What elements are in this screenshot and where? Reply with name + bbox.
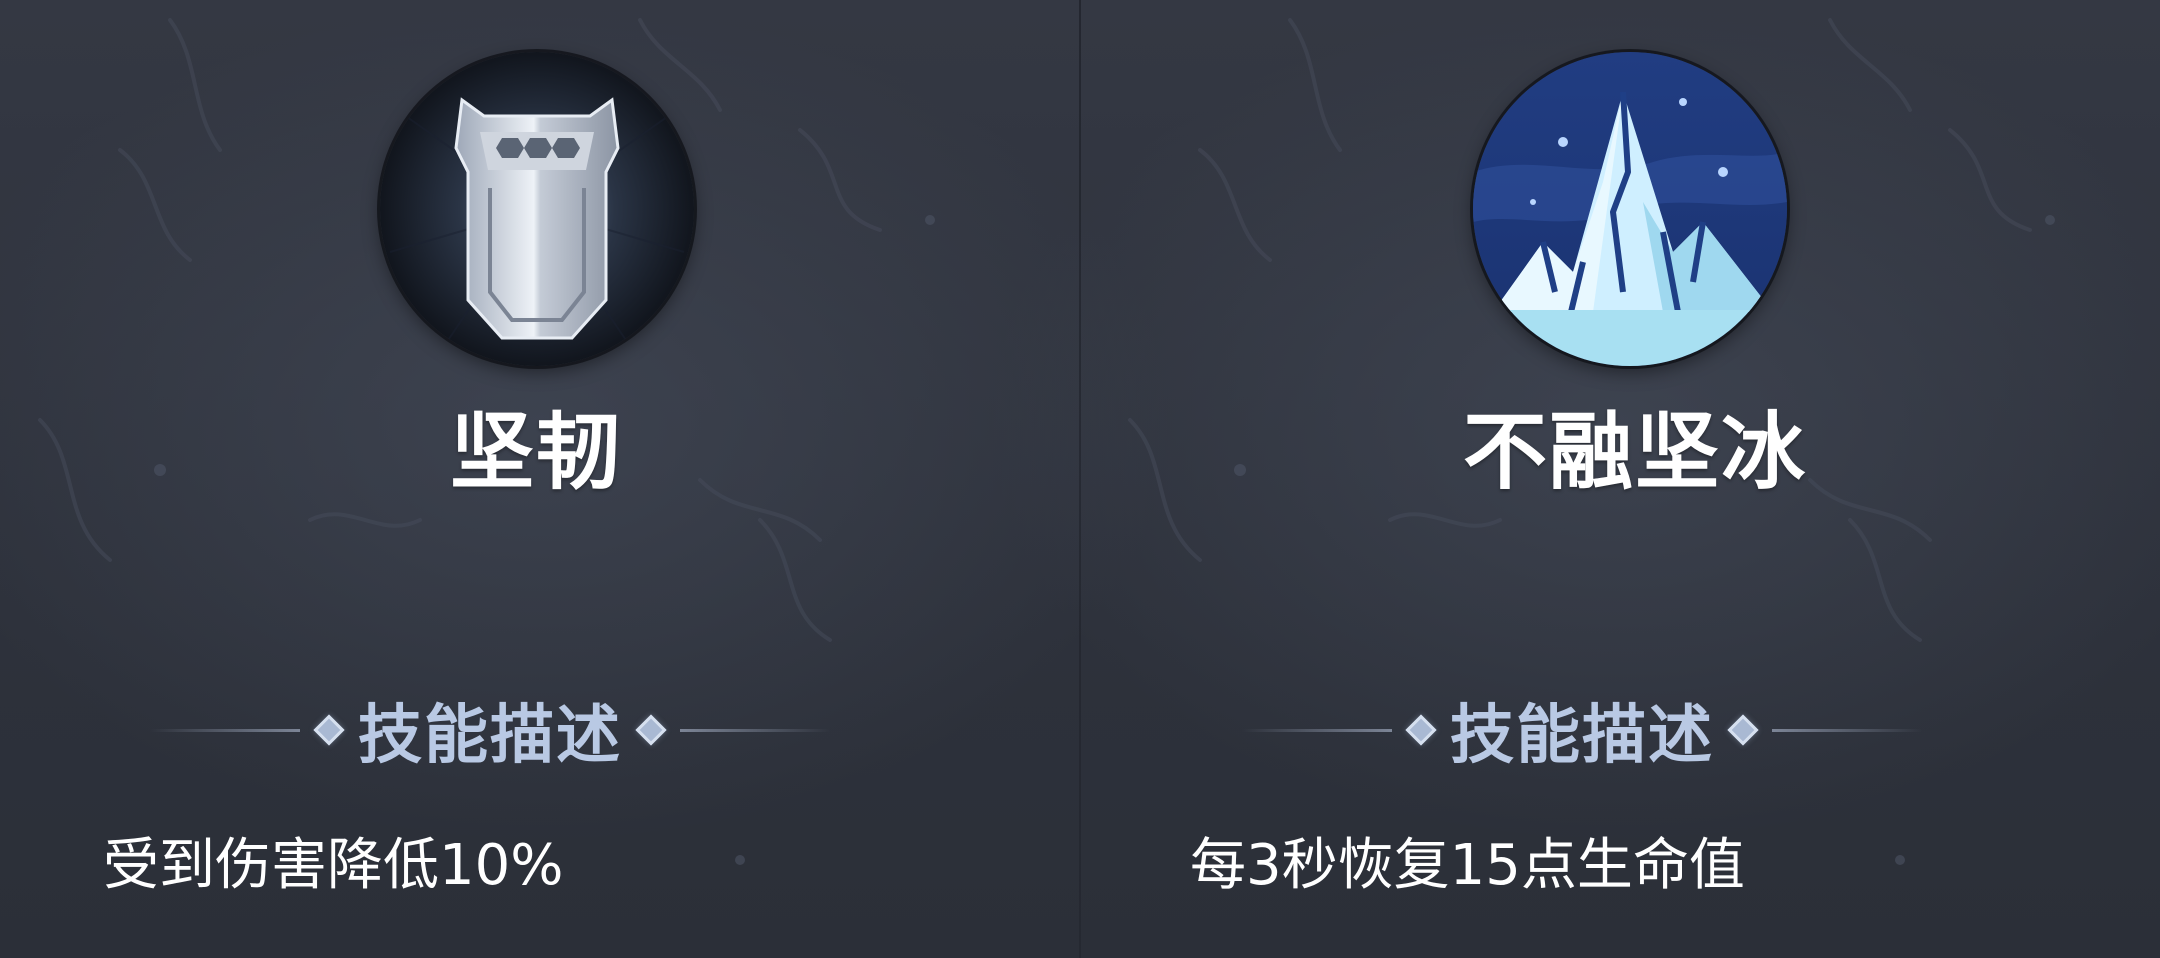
skill-name: 坚韧 (449, 403, 622, 501)
skill-panel: 坚韧 技能描述 受到伤害降低10% 不融坚冰 技能描述 每3秒恢复15点生命值 (0, 0, 2160, 958)
section-title: 技能描述 (1450, 699, 1714, 773)
skill-icon-frame (380, 52, 694, 366)
diamond-icon (635, 714, 667, 746)
divider-line (1772, 728, 1922, 732)
skill-description: 受到伤害降低10% (103, 833, 564, 898)
skill-description: 每3秒恢复15点生命值 (1190, 833, 1745, 898)
skill-card-unmelting-ice: 不融坚冰 技能描述 每3秒恢复15点生命值 (1080, 0, 2160, 958)
ice-mountain-icon (1473, 52, 1787, 366)
skill-description-header: 技能描述 (150, 685, 830, 775)
diamond-icon (313, 714, 345, 746)
diamond-icon (1405, 714, 1437, 746)
skill-icon-frame (1473, 52, 1787, 366)
shield-icon (380, 52, 694, 366)
diamond-icon (1727, 714, 1759, 746)
skill-card-tenacity: 坚韧 技能描述 受到伤害降低10% (0, 0, 1080, 958)
skill-name: 不融坚冰 (1462, 403, 1807, 501)
divider-line (150, 728, 300, 732)
section-title: 技能描述 (358, 699, 622, 773)
divider-line (680, 728, 830, 732)
skill-description-header: 技能描述 (1242, 685, 1922, 775)
divider-line (1242, 728, 1392, 732)
